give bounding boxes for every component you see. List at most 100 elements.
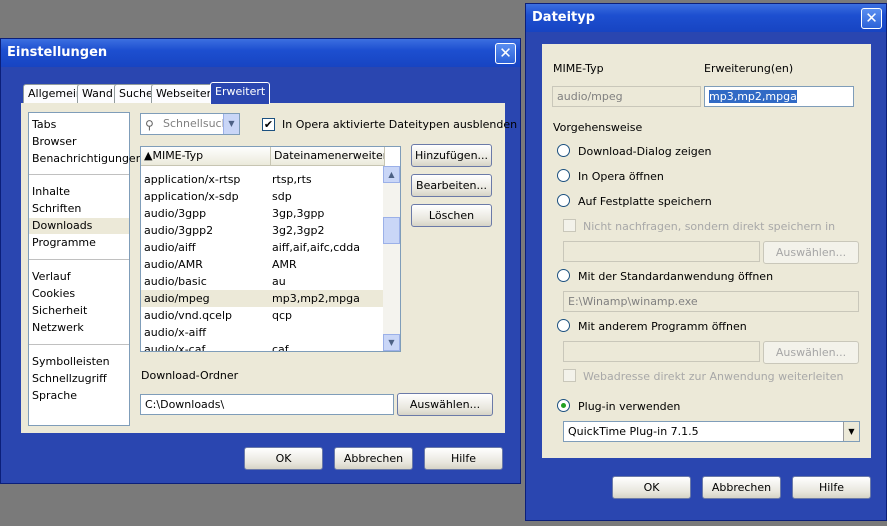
mime-cell: application/x-rtsp — [144, 173, 241, 186]
mime-type-field: audio/mpeg — [552, 86, 701, 107]
filetype-titlebar[interactable]: Dateityp ✕ — [526, 4, 886, 32]
sidebar-item-history[interactable]: Verlauf — [32, 270, 71, 283]
close-icon[interactable]: ✕ — [495, 43, 516, 64]
ok-button[interactable]: OK — [244, 447, 323, 470]
sidebar-item-cookies[interactable]: Cookies — [32, 287, 75, 300]
cancel-button[interactable]: Abbrechen — [334, 447, 413, 470]
choose-save-path-button[interactable]: Auswählen... — [763, 241, 859, 264]
mime-cell: audio/AMR — [144, 258, 203, 271]
sidebar-item-toolbars[interactable]: Symbolleisten — [32, 355, 110, 368]
radio-default-app[interactable] — [557, 269, 570, 282]
mime-cell: audio/vnd.qcelp — [144, 309, 232, 322]
ext-cell: rtsp,rts — [272, 173, 312, 186]
table-row[interactable]: audio/3gpp2 3g2,3gp2 — [141, 222, 384, 239]
table-row[interactable]: audio/x-aiff — [141, 324, 384, 341]
help-button[interactable]: Hilfe — [792, 476, 871, 499]
sidebar-item-notifications[interactable]: Benachrichtigungen — [32, 152, 143, 165]
save-path-input — [563, 241, 760, 262]
ext-cell: 3gp,3gpp — [272, 207, 325, 220]
scroll-down-icon[interactable]: ▼ — [383, 334, 400, 351]
mime-cell: audio/3gpp — [144, 207, 207, 220]
mime-cell: audio/mpeg — [144, 292, 210, 305]
table-row[interactable]: application/x-sdp sdp — [141, 188, 384, 205]
sidebar-item-tabs[interactable]: Tabs — [32, 118, 56, 131]
sidebar-divider — [29, 259, 129, 260]
sidebar-item-downloads[interactable]: Downloads — [32, 219, 92, 232]
add-button[interactable]: Hinzufügen... — [411, 144, 492, 167]
choose-program-button[interactable]: Auswählen... — [763, 341, 859, 364]
chevron-down-icon[interactable]: ▼ — [843, 422, 859, 441]
table-row[interactable]: audio/AMR AMR — [141, 256, 384, 273]
table-row-selected[interactable]: audio/mpeg mp3,mp2,mpga — [141, 290, 384, 307]
plugin-label: Plug-in verwenden — [578, 400, 681, 413]
table-scrollbar[interactable]: ▲ ▼ — [383, 166, 400, 351]
mime-cell: audio/3gpp2 — [144, 224, 214, 237]
table-row[interactable]: audio/basic au — [141, 273, 384, 290]
filetype-title: Dateityp — [532, 10, 596, 25]
ext-cell: sdp — [272, 190, 292, 203]
ext-cell: mp3,mp2,mpga — [272, 292, 360, 305]
sidebar-item-quickaccess[interactable]: Schnellzugriff — [32, 372, 107, 385]
help-button[interactable]: Hilfe — [424, 447, 503, 470]
mime-type-label: MIME-Typ — [553, 62, 604, 75]
radio-save-to-disk[interactable] — [557, 194, 570, 207]
table-row[interactable]: audio/x-caf caf — [141, 341, 384, 352]
table-row[interactable]: audio/vnd.qcelp qcp — [141, 307, 384, 324]
close-icon[interactable]: ✕ — [861, 8, 882, 29]
tab-advanced[interactable]: Erweitert — [210, 82, 271, 104]
choose-folder-button[interactable]: Auswählen... — [397, 393, 493, 416]
hide-filetypes-checkbox[interactable]: ✔ — [262, 118, 275, 131]
sidebar-item-content[interactable]: Inhalte — [32, 185, 70, 198]
tab-wand[interactable]: Wand — [77, 84, 118, 103]
ext-cell: caf — [272, 343, 289, 352]
ok-button[interactable]: OK — [612, 476, 691, 499]
save-to-disk-label: Auf Festplatte speichern — [578, 195, 712, 208]
search-icon: ⚲ — [145, 118, 154, 132]
plugin-select-value: QuickTime Plug-in 7.1.5 — [568, 425, 699, 438]
sidebar-divider — [29, 174, 129, 175]
scroll-up-icon[interactable]: ▲ — [383, 166, 400, 183]
ext-cell: au — [272, 275, 286, 288]
other-program-label: Mit anderem Programm öffnen — [578, 320, 747, 333]
sidebar-item-fonts[interactable]: Schriften — [32, 202, 81, 215]
settings-titlebar[interactable]: Einstellungen ✕ — [1, 39, 520, 67]
table-row[interactable]: audio/aiff aiff,aif,aifc,cdda — [141, 239, 384, 256]
sidebar-item-programs[interactable]: Programme — [32, 236, 96, 249]
scroll-thumb[interactable] — [383, 217, 400, 244]
radio-download-dialog[interactable] — [557, 144, 570, 157]
radio-plugin[interactable] — [557, 399, 570, 412]
table-row-partial — [144, 159, 384, 167]
plugin-select[interactable]: QuickTime Plug-in 7.1.5 ▼ — [563, 421, 860, 442]
quickfind-input[interactable]: ⚲ Schnellsuch ▼ — [140, 113, 240, 135]
mime-cell: audio/basic — [144, 275, 207, 288]
ext-cell: 3g2,3gp2 — [272, 224, 325, 237]
delete-button[interactable]: Löschen — [411, 204, 492, 227]
cancel-button[interactable]: Abbrechen — [702, 476, 781, 499]
extensions-value: mp3,mp2,mpga — [709, 90, 797, 103]
default-app-field: E:\Winamp\winamp.exe — [563, 291, 859, 312]
mime-table[interactable]: ▲MIME-Typ Dateinamenerweiterun... applic… — [140, 146, 401, 352]
sidebar-item-security[interactable]: Sicherheit — [32, 304, 87, 317]
radio-other-program[interactable] — [557, 319, 570, 332]
table-row[interactable]: application/x-rtsp rtsp,rts — [141, 171, 384, 188]
default-app-label: Mit der Standardanwendung öffnen — [578, 270, 774, 283]
extensions-input[interactable]: mp3,mp2,mpga — [704, 86, 854, 107]
extensions-label: Erweiterung(en) — [704, 62, 794, 75]
procedure-label: Vorgehensweise — [553, 121, 643, 134]
sidebar-item-browser[interactable]: Browser — [32, 135, 77, 148]
download-folder-input[interactable]: C:\Downloads\ — [140, 394, 394, 415]
table-row[interactable]: audio/3gpp 3gp,3gpp — [141, 205, 384, 222]
edit-button[interactable]: Bearbeiten... — [411, 174, 492, 197]
open-in-opera-label: In Opera öffnen — [578, 170, 664, 183]
settings-title: Einstellungen — [7, 45, 108, 60]
sidebar-item-language[interactable]: Sprache — [32, 389, 77, 402]
pass-url-checkbox[interactable] — [563, 369, 576, 382]
no-ask-label: Nicht nachfragen, sondern direkt speiche… — [583, 220, 836, 233]
chevron-down-icon[interactable]: ▼ — [223, 114, 239, 134]
sidebar-item-network[interactable]: Netzwerk — [32, 321, 84, 334]
tab-webpages[interactable]: Webseiten — [151, 84, 219, 103]
radio-open-in-opera[interactable] — [557, 169, 570, 182]
no-ask-checkbox[interactable] — [563, 219, 576, 232]
other-program-input — [563, 341, 760, 362]
mime-cell: audio/x-aiff — [144, 326, 207, 339]
